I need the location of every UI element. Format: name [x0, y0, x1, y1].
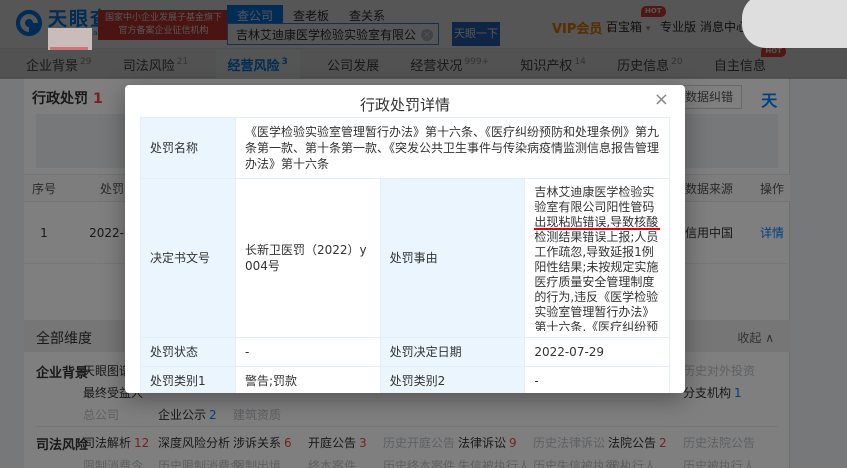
row-status-and-date: 处罚状态 - 处罚决定日期 2022-07-29 — [141, 338, 670, 367]
penalty-status-label: 处罚状态 — [141, 338, 236, 367]
penalty-detail-table: 处罚名称 《医学检验实验室管理暂行办法》第十六条、《医疗纠纷预防和处理条例》第九… — [140, 117, 670, 393]
tianyancha-page: 天眼查 TianYanCha.com 国家中小企业发展子基金旗下 官方备案企业征… — [0, 0, 847, 468]
row-penalty-name: 处罚名称 《医学检验实验室管理暂行办法》第十六条、《医疗纠纷预防和处理条例》第九… — [141, 118, 670, 179]
close-icon[interactable]: × — [654, 90, 669, 110]
header-backdrop — [0, 0, 847, 79]
penalty-type1-label: 处罚类别1 — [141, 367, 236, 394]
penalty-detail-modal: 行政处罚详情 × 处罚名称 《医学检验实验室管理暂行办法》第十六条、《医疗纠纷预… — [125, 85, 685, 393]
doc-number-value: 长新卫医罚（2022）y004号 — [236, 179, 381, 338]
avatar-redaction-blob — [742, 0, 847, 48]
penalty-reason-value: 吉林艾迪康医学检验实验室有限公司阳性管码出现粘贴错误,导致核酸检测结果错误上报;… — [525, 179, 670, 338]
penalty-status-value: - — [236, 338, 381, 367]
penalty-reason-label: 处罚事由 — [380, 179, 525, 338]
penalty-type2-value: - — [525, 367, 670, 394]
penalty-name-label: 处罚名称 — [141, 118, 236, 179]
avatar-redaction-line — [50, 47, 88, 50]
penalty-type1-value: 警告;罚款 — [236, 367, 381, 394]
decision-date-label: 处罚决定日期 — [380, 338, 525, 367]
decision-date-value: 2022-07-29 — [525, 338, 670, 367]
modal-title: 行政处罚详情 — [125, 94, 685, 115]
doc-number-label: 决定书文号 — [141, 179, 236, 338]
penalty-type2-label: 处罚类别2 — [380, 367, 525, 394]
penalty-name-value: 《医学检验实验室管理暂行办法》第十六条、《医疗纠纷预防和处理条例》第九条第一款、… — [236, 118, 670, 179]
row-doc-and-reason: 决定书文号 长新卫医罚（2022）y004号 处罚事由 吉林艾迪康医学检验实验室… — [141, 179, 670, 338]
row-penalty-types: 处罚类别1 警告;罚款 处罚类别2 - — [141, 367, 670, 394]
